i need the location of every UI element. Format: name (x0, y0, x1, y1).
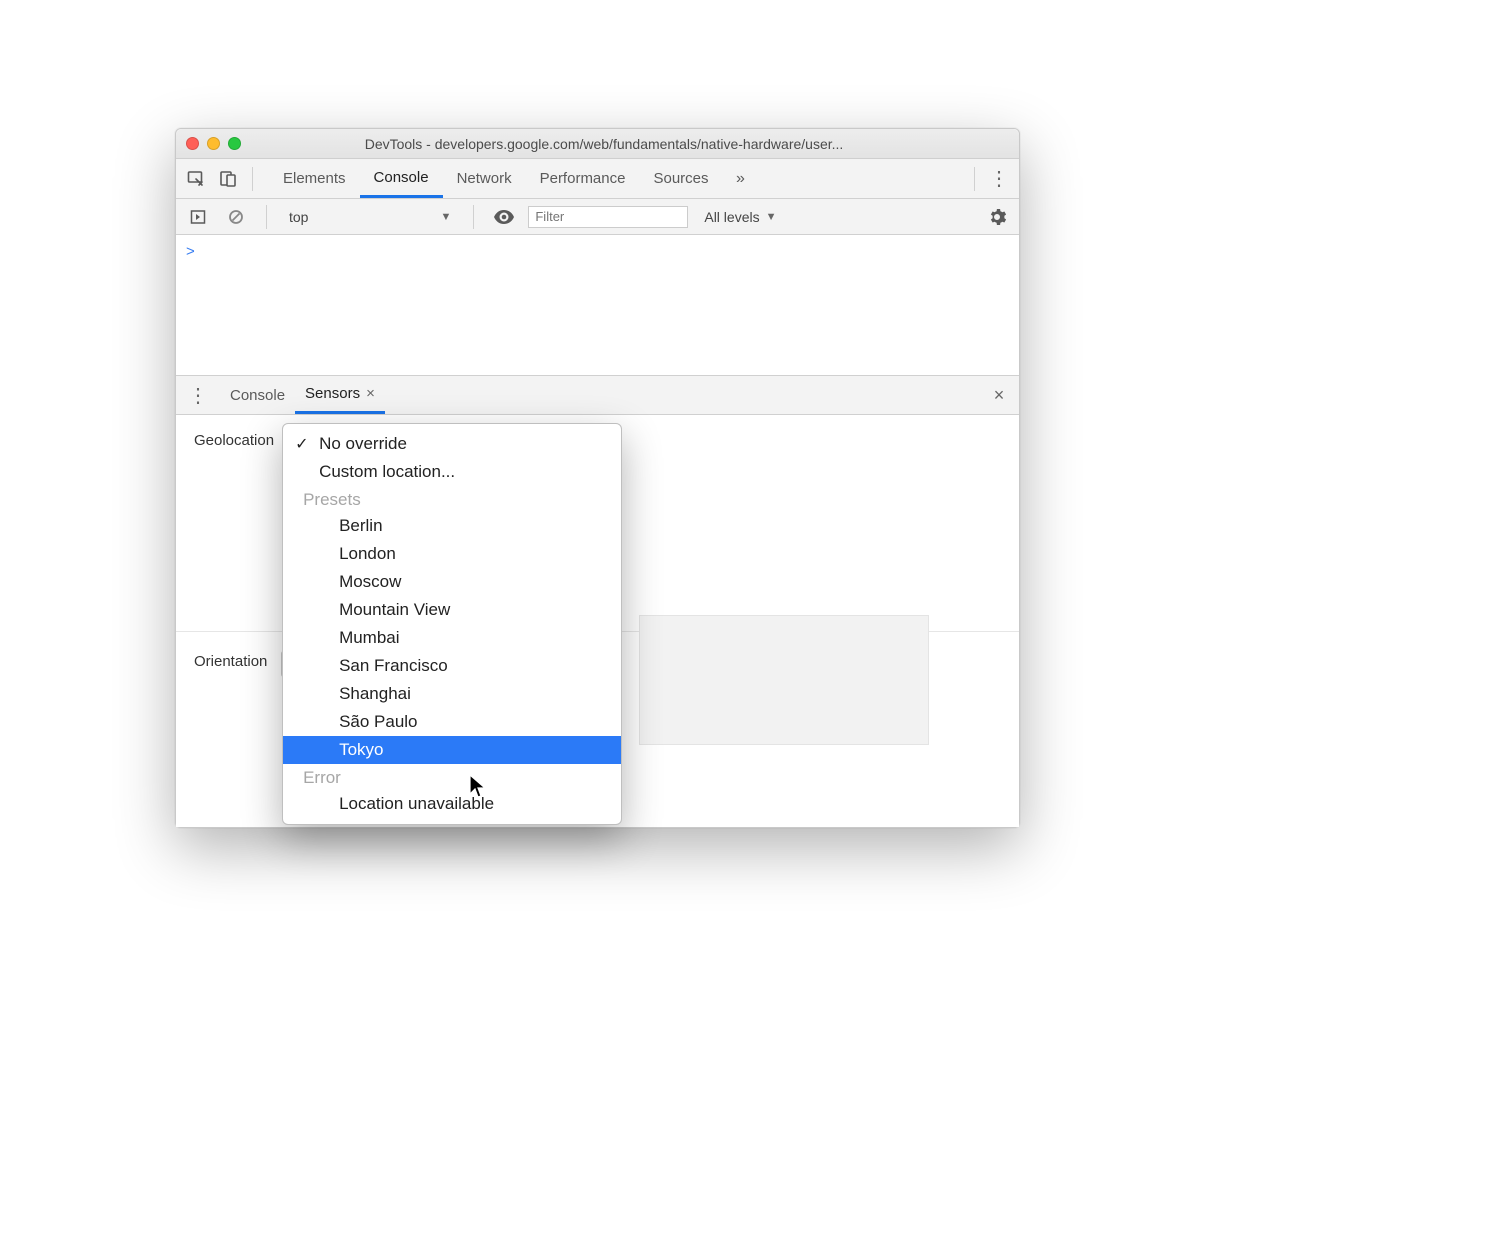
toggle-sidebar-icon[interactable] (184, 203, 212, 231)
tab-console[interactable]: Console (360, 159, 443, 198)
close-icon: × (994, 385, 1005, 405)
dropdown-option[interactable]: Custom location... (283, 458, 621, 486)
window-title: DevTools - developers.google.com/web/fun… (249, 136, 1009, 152)
filter-input[interactable] (528, 206, 688, 228)
dropdown-option[interactable]: Moscow (283, 568, 621, 596)
drawer-menu-icon[interactable]: ⋮ (182, 383, 214, 408)
kebab-menu-icon[interactable]: ⋮ (985, 165, 1013, 193)
dropdown-option[interactable]: London (283, 540, 621, 568)
clear-console-icon[interactable] (222, 203, 250, 231)
panel-tabs: ElementsConsoleNetworkPerformanceSources (269, 159, 723, 198)
orientation-label: Orientation (194, 650, 267, 670)
console-prompt: > (186, 243, 195, 260)
drawer-tab-console[interactable]: Console (220, 376, 295, 414)
live-expression-icon[interactable] (490, 203, 518, 231)
geolocation-label: Geolocation (194, 429, 274, 449)
drawer-tab-label: Console (230, 387, 285, 404)
dropdown-option[interactable]: Mountain View (283, 596, 621, 624)
close-window-button[interactable] (186, 137, 199, 150)
dropdown-option[interactable]: Location unavailable (283, 790, 621, 818)
console-settings-icon[interactable] (983, 203, 1011, 231)
dropdown-group-label: Presets (283, 486, 621, 512)
minimize-window-button[interactable] (207, 137, 220, 150)
dropdown-option[interactable]: No override (283, 430, 621, 458)
drawer-tabs: ⋮ Console Sensors × × (176, 375, 1019, 415)
caret-down-icon: ▼ (440, 211, 451, 223)
tab-elements[interactable]: Elements (269, 159, 360, 198)
tab-network[interactable]: Network (443, 159, 526, 198)
devtools-window: DevTools - developers.google.com/web/fun… (175, 128, 1020, 828)
levels-label: All levels (704, 209, 759, 225)
more-tabs-button[interactable]: » (727, 165, 755, 193)
maximize-window-button[interactable] (228, 137, 241, 150)
dropdown-option[interactable]: Mumbai (283, 624, 621, 652)
chevron-right-double-icon: » (736, 170, 745, 188)
close-tab-icon[interactable]: × (366, 385, 375, 402)
dropdown-option[interactable]: San Francisco (283, 652, 621, 680)
log-levels-selector[interactable]: All levels ▼ (698, 207, 782, 227)
context-selector[interactable]: top ▼ (283, 207, 457, 227)
drawer-tab-label: Sensors (305, 385, 360, 402)
titlebar: DevTools - developers.google.com/web/fun… (176, 129, 1019, 159)
drawer-tab-sensors[interactable]: Sensors × (295, 376, 385, 414)
tab-sources[interactable]: Sources (639, 159, 722, 198)
dropdown-option[interactable]: São Paulo (283, 708, 621, 736)
tab-performance[interactable]: Performance (526, 159, 640, 198)
dropdown-option[interactable]: Shanghai (283, 680, 621, 708)
separator (473, 205, 474, 229)
context-label: top (289, 209, 308, 225)
separator (974, 167, 975, 191)
dropdown-group-label: Error (283, 764, 621, 790)
device-toggle-icon[interactable] (214, 165, 242, 193)
separator (266, 205, 267, 229)
window-controls (186, 137, 241, 150)
drawer-close-button[interactable]: × (985, 385, 1013, 406)
inspect-element-icon[interactable] (182, 165, 210, 193)
console-output[interactable]: > (176, 235, 1019, 375)
separator (252, 167, 253, 191)
console-toolbar: top ▼ All levels ▼ (176, 199, 1019, 235)
sensors-panel: Geolocation ▲▼ No overrideCustom locatio… (176, 415, 1019, 827)
geolocation-dropdown: No overrideCustom location...PresetsBerl… (282, 423, 622, 825)
orientation-preview (639, 615, 929, 745)
main-toolbar: ElementsConsoleNetworkPerformanceSources… (176, 159, 1019, 199)
caret-down-icon: ▼ (766, 211, 777, 223)
dropdown-option[interactable]: Tokyo (283, 736, 621, 764)
dropdown-option[interactable]: Berlin (283, 512, 621, 540)
